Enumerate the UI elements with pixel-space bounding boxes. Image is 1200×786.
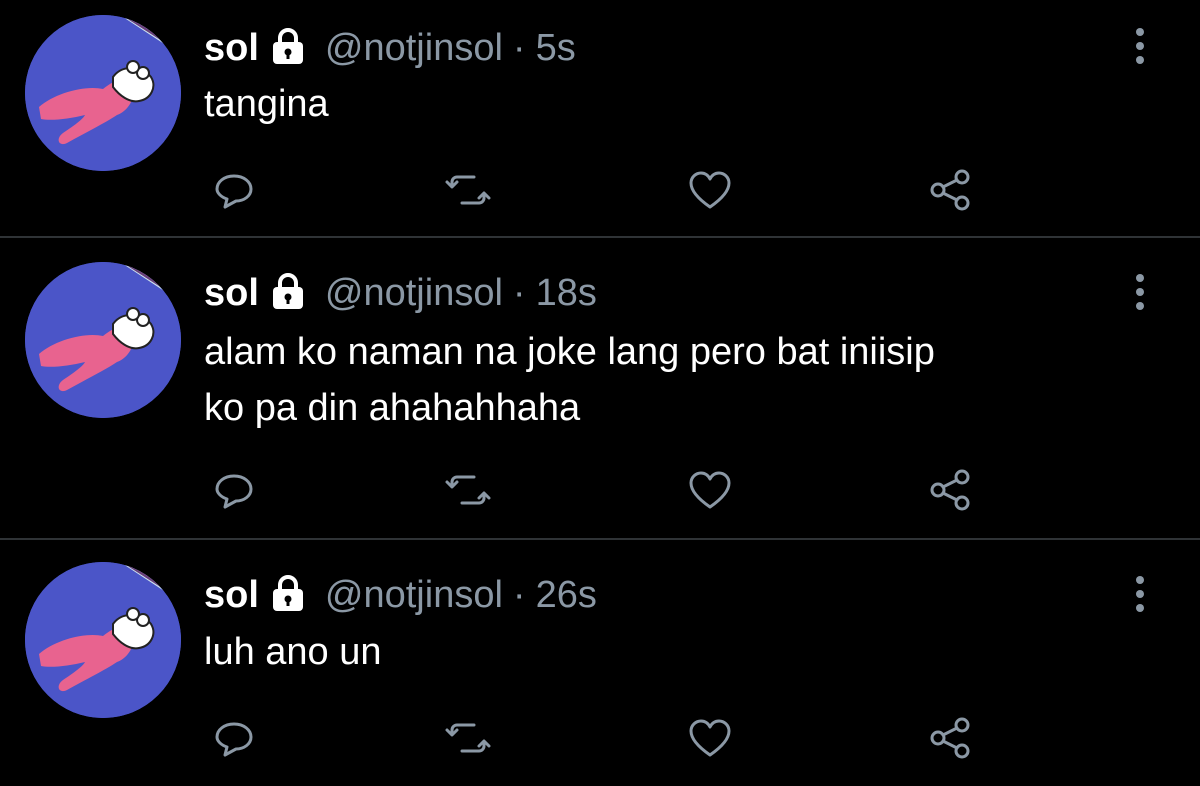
timestamp[interactable]: 18s <box>536 272 597 315</box>
tweet-text: tangina <box>204 76 1164 132</box>
timestamp[interactable]: 26s <box>536 574 597 617</box>
share-icon[interactable] <box>920 708 980 768</box>
tweet-actions <box>200 160 1000 220</box>
handle[interactable]: @notjinsol <box>325 272 503 315</box>
reply-icon[interactable] <box>204 708 264 768</box>
tweet-text-line: tangina <box>204 83 329 125</box>
heart-icon[interactable] <box>680 160 740 220</box>
avatar[interactable] <box>25 15 181 171</box>
handle[interactable]: @notjinsol <box>325 574 503 617</box>
separator: · <box>512 573 526 616</box>
tweet-actions <box>200 460 1000 520</box>
heart-icon[interactable] <box>680 460 740 520</box>
reply-icon[interactable] <box>204 160 264 220</box>
tweet-text: alam ko naman na joke lang pero bat inii… <box>204 324 1164 436</box>
tweet-text-line: luh ano un <box>204 631 382 673</box>
more-vertical-icon[interactable] <box>1120 268 1160 316</box>
lock-icon <box>269 574 307 617</box>
lock-icon <box>269 27 307 70</box>
tweet-text-line: ko pa din ahahahhaha <box>204 387 581 429</box>
display-name[interactable]: sol <box>204 27 259 70</box>
retweet-icon[interactable] <box>438 160 498 220</box>
share-icon[interactable] <box>920 460 980 520</box>
tweet-actions <box>200 708 1000 768</box>
avatar[interactable] <box>25 262 181 418</box>
avatar[interactable] <box>25 562 181 718</box>
reply-icon[interactable] <box>204 460 264 520</box>
retweet-icon[interactable] <box>438 460 498 520</box>
timestamp[interactable]: 5s <box>536 27 576 70</box>
tweet-text: luh ano un <box>204 624 1164 680</box>
handle[interactable]: @notjinsol <box>325 27 503 70</box>
more-vertical-icon[interactable] <box>1120 22 1160 70</box>
share-icon[interactable] <box>920 160 980 220</box>
tweet-header: sol @notjinsol · 26s <box>204 565 597 625</box>
more-vertical-icon[interactable] <box>1120 570 1160 618</box>
tweet-header: sol @notjinsol · 18s <box>204 263 597 323</box>
separator: · <box>512 26 526 69</box>
tweet-text-line: alam ko naman na joke lang pero bat inii… <box>204 331 935 373</box>
display-name[interactable]: sol <box>204 574 259 617</box>
heart-icon[interactable] <box>680 708 740 768</box>
tweet-1[interactable]: sol @notjinsol · 5s tangina <box>0 0 1200 236</box>
tweet-header: sol @notjinsol · 5s <box>204 18 576 78</box>
retweet-icon[interactable] <box>438 708 498 768</box>
tweet-3[interactable]: sol @notjinsol · 26s luh ano un <box>0 540 1200 786</box>
separator: · <box>512 271 526 314</box>
display-name[interactable]: sol <box>204 272 259 315</box>
lock-icon <box>269 272 307 315</box>
tweet-2[interactable]: sol @notjinsol · 18s alam ko naman na jo… <box>0 238 1200 538</box>
